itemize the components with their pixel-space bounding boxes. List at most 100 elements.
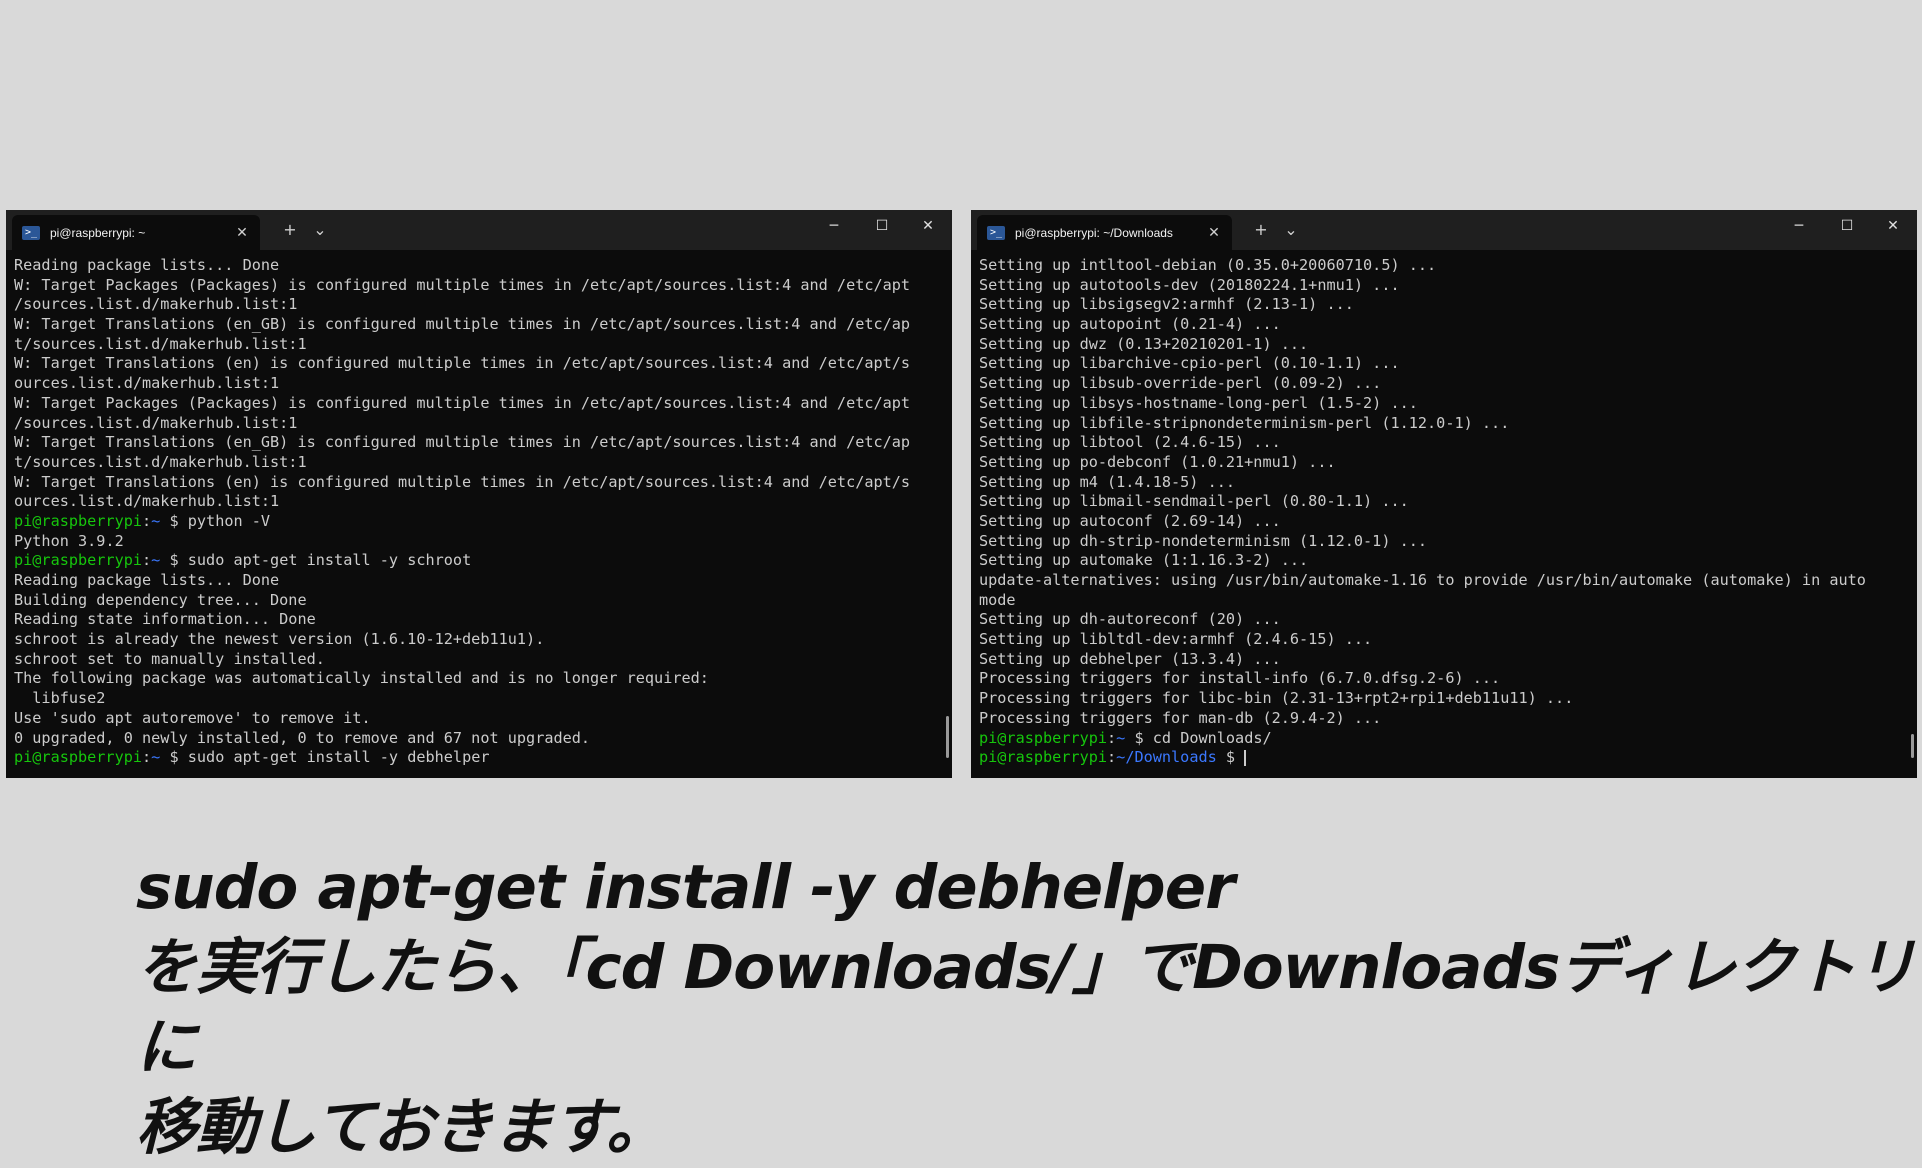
maximize-button[interactable]: ☐	[1827, 214, 1867, 238]
line-text: Use 'sudo apt autoremove' to remove it.	[14, 708, 371, 727]
terminal-line: Setting up libsigsegv2:armhf (2.13-1) ..…	[979, 295, 1897, 315]
new-tab-button[interactable]: +	[278, 218, 302, 242]
line-text: The following package was automatically …	[14, 669, 709, 688]
title-bar: >_ pi@raspberrypi: ~/Downloads ✕ + ⌄ ─ ☐…	[971, 210, 1917, 250]
terminal-line: ources.list.d/makerhub.list:1	[14, 374, 932, 394]
maximize-button[interactable]: ☐	[862, 214, 902, 238]
terminal-line: t/sources.list.d/makerhub.list:1	[14, 453, 932, 473]
line-text: libfuse2	[14, 689, 106, 708]
line-text: Setting up libtool (2.4.6-15) ...	[979, 433, 1281, 452]
line-text: :	[142, 551, 152, 570]
close-button[interactable]: ✕	[908, 214, 948, 238]
line-text: Setting up libsys-hostname-long-perl (1.…	[979, 393, 1418, 412]
terminal-line: pi@raspberrypi:~ $ sudo apt-get install …	[14, 748, 932, 768]
chevron-down-icon[interactable]: ⌄	[1279, 218, 1303, 242]
caption-line-2: を実行したら、「cd Downloads/」でDownloadsディレクトリに	[136, 932, 1916, 1083]
line-text: W: Target Packages (Packages) is configu…	[14, 393, 911, 412]
powershell-icon: >_	[22, 225, 40, 240]
terminal-line: Setting up dwz (0.13+20210201-1) ...	[979, 335, 1897, 355]
new-tab-button[interactable]: +	[1249, 218, 1273, 242]
terminal-line: Setting up dh-autoreconf (20) ...	[979, 610, 1897, 630]
terminal-line: W: Target Translations (en_GB) is config…	[14, 315, 932, 335]
scrollbar[interactable]	[946, 716, 949, 758]
line-text: W: Target Translations (en_GB) is config…	[14, 315, 911, 334]
terminal-line: update-alternatives: using /usr/bin/auto…	[979, 571, 1897, 591]
terminal-line: pi@raspberrypi:~ $ cd Downloads/	[979, 729, 1897, 749]
line-text: Reading package lists... Done	[14, 571, 280, 589]
line-text: Reading package lists... Done	[14, 256, 280, 274]
prompt-path: ~	[151, 551, 161, 570]
minimize-button[interactable]: ─	[1779, 214, 1819, 238]
prompt-user: pi@raspberrypi	[14, 748, 143, 767]
close-button[interactable]: ✕	[1873, 214, 1913, 238]
line-text: :	[142, 748, 152, 767]
line-text: Processing triggers for libc-bin (2.31-1…	[979, 689, 1574, 708]
terminal-line: pi@raspberrypi:~ $ sudo apt-get install …	[14, 551, 932, 571]
line-text: W: Target Translations (en) is configure…	[14, 472, 911, 491]
line-text: $ python -V	[160, 511, 271, 530]
terminal-line: Setting up autoconf (2.69-14) ...	[979, 512, 1897, 532]
line-text: Setting up automake (1:1.16.3-2) ...	[979, 551, 1309, 570]
terminal-output[interactable]: Reading package lists... Done W: Target P…	[14, 256, 932, 778]
tab-close-icon[interactable]: ✕	[1206, 225, 1222, 241]
terminal-line: Setting up m4 (1.4.18-5) ...	[979, 473, 1897, 493]
terminal-line: The following package was automatically …	[14, 669, 932, 689]
terminal-line: Setting up autotools-dev (20180224.1+nmu…	[979, 276, 1897, 296]
minimize-button[interactable]: ─	[814, 214, 854, 238]
terminal-line: Processing triggers for man-db (2.9.4-2)…	[979, 709, 1897, 729]
terminal-line: Setting up debhelper (13.3.4) ...	[979, 650, 1897, 670]
tab-title: pi@raspberrypi: ~/Downloads	[1015, 225, 1173, 240]
prompt-path: ~	[1116, 728, 1126, 747]
terminal-line: Python 3.9.2	[14, 532, 932, 552]
title-bar: >_ pi@raspberrypi: ~ ✕ + ⌄ ─ ☐ ✕	[6, 210, 952, 250]
terminal-line: Setting up po-debconf (1.0.21+nmu1) ...	[979, 453, 1897, 473]
line-text: W: Target Packages (Packages) is configu…	[14, 275, 911, 294]
terminal-line: Setting up libmail-sendmail-perl (0.80-1…	[979, 492, 1897, 512]
terminal-window-left[interactable]: >_ pi@raspberrypi: ~ ✕ + ⌄ ─ ☐ ✕ Reading…	[6, 210, 952, 778]
line-text: Setting up dwz (0.13+20210201-1) ...	[979, 334, 1309, 353]
terminal-line: Setting up libarchive-cpio-perl (0.10-1.…	[979, 354, 1897, 374]
terminal-tab[interactable]: >_ pi@raspberrypi: ~/Downloads ✕	[977, 215, 1232, 250]
line-text: $ sudo apt-get install -y schroot	[160, 551, 472, 570]
line-text: update-alternatives: using /usr/bin/auto…	[979, 571, 1866, 589]
terminal-line: /sources.list.d/makerhub.list:1	[14, 414, 932, 434]
terminal-line: pi@raspberrypi:~ $ python -V	[14, 512, 932, 532]
terminal-line: Building dependency tree... Done	[14, 591, 932, 611]
scrollbar[interactable]	[1911, 734, 1914, 758]
terminal-line: W: Target Translations (en) is configure…	[14, 473, 932, 493]
terminal-line: schroot set to manually installed.	[14, 650, 932, 670]
terminal-line: ources.list.d/makerhub.list:1	[14, 492, 932, 512]
line-text: W: Target Translations (en) is configure…	[14, 354, 911, 373]
terminal-line: Setting up libfile-stripnondeterminism-p…	[979, 414, 1897, 434]
tab-close-icon[interactable]: ✕	[234, 225, 250, 241]
line-text: mode	[979, 590, 1016, 609]
line-text: Reading state information... Done	[14, 610, 316, 629]
terminal-line: Setting up intltool-debian (0.35.0+20060…	[979, 256, 1897, 276]
terminal-line: W: Target Translations (en) is configure…	[14, 354, 932, 374]
terminal-line: Setting up libltdl-dev:armhf (2.4.6-15) …	[979, 630, 1897, 650]
terminal-line: mode	[979, 591, 1897, 611]
terminal-line: Setting up automake (1:1.16.3-2) ...	[979, 551, 1897, 571]
terminal-output[interactable]: Setting up intltool-debian (0.35.0+20060…	[979, 256, 1897, 778]
caption-line-3: 移動しておきます。	[136, 1092, 667, 1163]
line-text: Setting up libltdl-dev:armhf (2.4.6-15) …	[979, 630, 1373, 649]
terminal-line: 0 upgraded, 0 newly installed, 0 to remo…	[14, 729, 932, 749]
terminal-line: Setting up libsys-hostname-long-perl (1.…	[979, 394, 1897, 414]
terminal-line: Reading state information... Done	[14, 610, 932, 630]
prompt-user: pi@raspberrypi	[14, 511, 143, 530]
line-text: $ cd Downloads/	[1125, 728, 1272, 747]
terminal-window-right[interactable]: >_ pi@raspberrypi: ~/Downloads ✕ + ⌄ ─ ☐…	[971, 210, 1917, 778]
line-text: Processing triggers for install-info (6.…	[979, 669, 1501, 688]
terminal-tab[interactable]: >_ pi@raspberrypi: ~ ✕	[12, 215, 260, 250]
line-text: Setting up libfile-stripnondeterminism-p…	[979, 413, 1510, 432]
line-text: :	[1107, 728, 1117, 747]
line-text: t/sources.list.d/makerhub.list:1	[14, 334, 307, 353]
line-text: schroot set to manually installed.	[14, 649, 325, 668]
terminal-line: pi@raspberrypi:~/Downloads $	[979, 748, 1897, 768]
line-text: Setting up autotools-dev (20180224.1+nmu…	[979, 275, 1400, 294]
prompt-user: pi@raspberrypi	[979, 728, 1108, 747]
line-text: Setting up autopoint (0.21-4) ...	[979, 315, 1281, 334]
chevron-down-icon[interactable]: ⌄	[308, 218, 332, 242]
line-text: t/sources.list.d/makerhub.list:1	[14, 452, 307, 471]
line-text: Setting up intltool-debian (0.35.0+20060…	[979, 256, 1437, 274]
